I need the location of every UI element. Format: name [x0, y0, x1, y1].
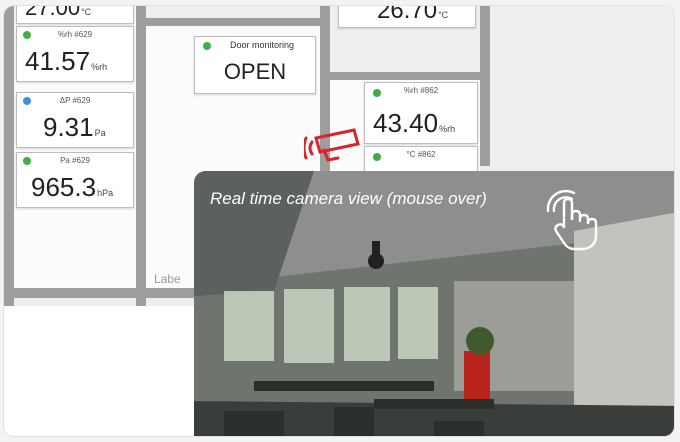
door-monitoring-card[interactable]: Door monitoring OPEN — [194, 36, 316, 94]
wall-middle-left — [136, 6, 146, 306]
sensor-card-pressure-629[interactable]: Pa #629 965.3hPa — [16, 152, 134, 208]
sensor-card-pressure-diff-629[interactable]: ΔP #629 9.31Pa — [16, 92, 134, 148]
sensor-header: ΔP #629 — [59, 96, 91, 105]
sensor-header: °C #862 — [406, 150, 436, 159]
sensor-value: 9.31 — [43, 112, 94, 142]
sensor-unit: %rh — [91, 62, 108, 72]
sensor-card-humidity-862[interactable]: %rh #862 43.40%rh — [364, 82, 478, 144]
wall-top — [146, 18, 330, 26]
sensor-unit: %rh — [439, 124, 456, 134]
sensor-unit: °C — [81, 7, 92, 17]
app-frame: 27.00°C 26.70°C %rh #629 41.57%rh ΔP #62… — [4, 6, 674, 436]
sensor-header: %rh #862 — [403, 86, 439, 95]
tap-hand-icon — [546, 189, 598, 251]
sensor-card-humidity-629[interactable]: %rh #629 41.57%rh — [16, 26, 134, 82]
sensor-unit: hPa — [97, 188, 114, 198]
security-camera-icon[interactable] — [304, 124, 366, 164]
sensor-header: %rh #629 — [57, 30, 93, 39]
sensor-value: 43.40 — [373, 108, 439, 138]
sensor-unit: °C — [438, 10, 449, 20]
camera-view-panel[interactable]: Real time camera view (mouse over) — [194, 171, 674, 436]
sensor-card-temperature-top-left[interactable]: 27.00°C — [16, 6, 134, 24]
sensor-value: 27.00 — [25, 6, 81, 20]
sensor-header: Pa #629 — [60, 156, 90, 165]
sensor-value: 26.70 — [377, 6, 438, 24]
sensor-value: 965.3 — [31, 172, 97, 202]
sensor-unit: Pa — [94, 128, 106, 138]
room-label: Labe — [154, 272, 181, 286]
door-header: Door monitoring — [229, 40, 295, 50]
wall-right — [480, 6, 490, 166]
camera-caption: Real time camera view (mouse over) — [210, 189, 487, 208]
sensor-card-temperature-top-right[interactable]: 26.70°C — [338, 6, 476, 28]
wall-right-top — [330, 72, 490, 80]
sensor-value: 41.57 — [25, 46, 91, 76]
door-state: OPEN — [223, 59, 287, 84]
wall-left — [4, 6, 14, 306]
